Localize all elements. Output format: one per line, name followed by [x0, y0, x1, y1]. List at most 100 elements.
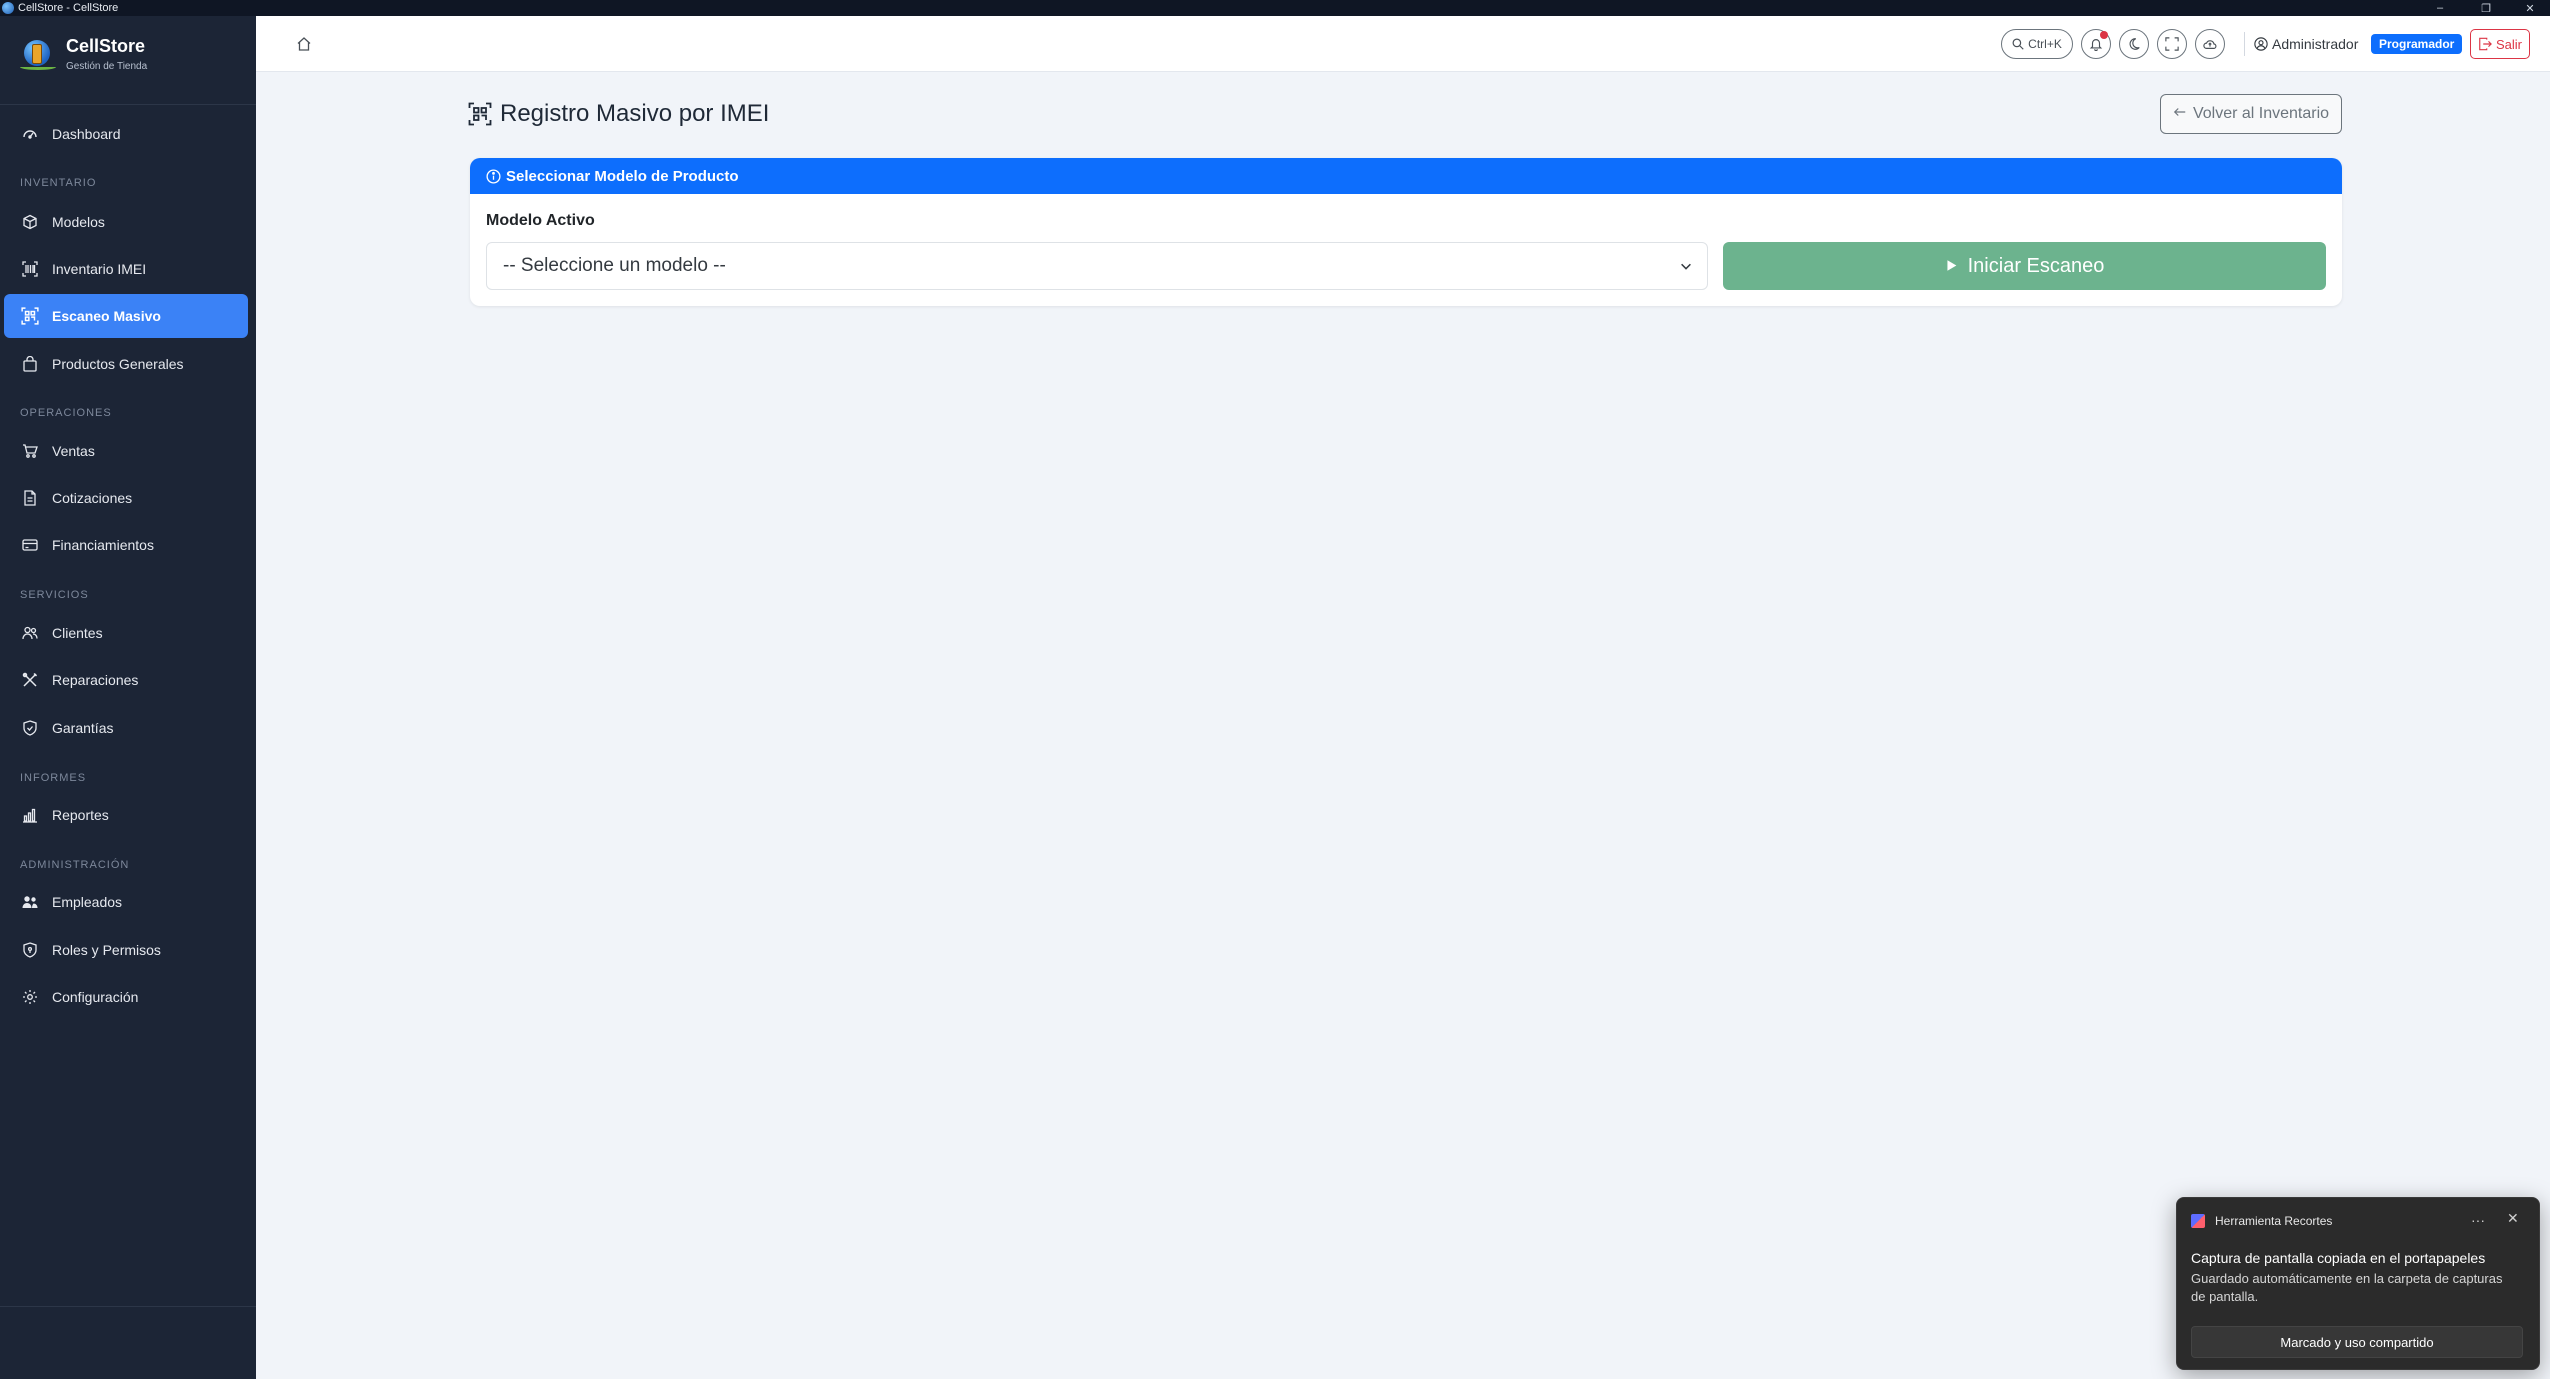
close-window-button[interactable]: ✕ [2516, 0, 2544, 16]
top-bar: Ctrl+K Administrador Programador Salir [256, 16, 2550, 72]
back-to-inventory-button[interactable]: Volver al Inventario [2160, 94, 2342, 134]
notification-indicator [2100, 31, 2108, 39]
logout-label: Salir [2495, 36, 2522, 52]
arrow-left-icon [2173, 105, 2187, 124]
theme-toggle-button[interactable] [2119, 29, 2149, 59]
sidebar-item-garantias[interactable]: Garantías [4, 706, 248, 750]
start-scan-button[interactable]: Iniciar Escaneo [1723, 242, 2326, 290]
toast-title: Captura de pantalla copiada en el portap… [2191, 1250, 2486, 1266]
sidebar-item-financiamientos[interactable]: Financiamientos [4, 523, 248, 567]
sidebar-item-reparaciones[interactable]: Reparaciones [4, 658, 248, 702]
home-icon [297, 37, 311, 51]
cart-icon [20, 441, 40, 461]
cloud-sync-button[interactable] [2195, 29, 2225, 59]
sidebar-item-label: Productos Generales [52, 356, 184, 372]
section-administracion: ADMINISTRACIÓN [20, 859, 130, 871]
sidebar-item-dashboard[interactable]: Dashboard [4, 112, 248, 156]
more-options-button[interactable]: ··· [2471, 1212, 2485, 1228]
toast-app-name: Herramienta Recortes [2215, 1214, 2333, 1228]
sidebar-item-label: Configuración [52, 989, 139, 1005]
logout-button[interactable]: Salir [2470, 29, 2530, 59]
sidebar-item-configuracion[interactable]: Configuración [4, 975, 248, 1019]
sidebar-divider [0, 104, 256, 105]
qr-scan-icon [468, 102, 492, 126]
sidebar-footer-divider [0, 1306, 256, 1307]
sidebar-item-clientes[interactable]: Clientes [4, 611, 248, 655]
start-scan-label: Iniciar Escaneo [1967, 254, 2105, 277]
moon-icon [2129, 38, 2140, 50]
bell-icon [2089, 39, 2103, 51]
section-informes: INFORMES [20, 772, 87, 784]
header-separator [2244, 32, 2245, 56]
sidebar-item-inventario-imei[interactable]: Inventario IMEI [4, 247, 248, 291]
sidebar-item-roles-permisos[interactable]: Roles y Permisos [4, 928, 248, 972]
sidebar-item-label: Inventario IMEI [52, 261, 147, 277]
cloud-icon [2203, 40, 2217, 49]
sidebar-item-label: Roles y Permisos [52, 942, 161, 958]
sidebar-item-label: Ventas [52, 443, 95, 459]
play-icon [1945, 255, 1958, 278]
search-icon [2012, 38, 2024, 50]
sidebar-item-ventas[interactable]: Ventas [4, 429, 248, 473]
section-operaciones: OPERACIONES [20, 407, 112, 419]
home-button[interactable] [292, 32, 316, 56]
page-title-text: Registro Masivo por IMEI [500, 100, 770, 127]
model-select[interactable]: -- Seleccione un modelo -- [486, 242, 1708, 290]
shield-lock-icon [20, 940, 40, 960]
brand-logo-icon [18, 34, 58, 74]
screenshot-toast: Herramienta Recortes ··· ✕ Captura de pa… [2176, 1197, 2540, 1370]
sidebar-item-cotizaciones[interactable]: Cotizaciones [4, 476, 248, 520]
minimize-window-button[interactable]: – [2426, 0, 2454, 16]
sidebar-item-label: Modelos [52, 214, 105, 230]
notifications-button[interactable] [2081, 29, 2111, 59]
bag-icon [20, 354, 40, 374]
fullscreen-button[interactable] [2157, 29, 2187, 59]
box-icon [20, 212, 40, 232]
tools-icon [20, 670, 40, 690]
people-fill-icon [20, 892, 40, 912]
command-search-button[interactable]: Ctrl+K [2001, 29, 2073, 59]
section-servicios: SERVICIOS [20, 589, 89, 601]
document-icon [20, 488, 40, 508]
section-inventario: INVENTARIO [20, 177, 97, 189]
sidebar-item-escaneo-masivo[interactable]: Escaneo Masivo [4, 294, 248, 338]
back-button-label: Volver al Inventario [2192, 105, 2330, 122]
sidebar-item-label: Financiamientos [52, 537, 154, 553]
page-title: Registro Masivo por IMEI [468, 100, 769, 128]
toast-body: Guardado automáticamente en la carpeta d… [2191, 1271, 2503, 1304]
user-circle-icon [2254, 37, 2268, 51]
user-name: Administrador [2272, 36, 2359, 52]
sidebar-item-modelos[interactable]: Modelos [4, 200, 248, 244]
sidebar-item-reportes[interactable]: Reportes [4, 793, 248, 837]
toast-header: Herramienta Recortes [2191, 1212, 2332, 1230]
model-field-label: Modelo Activo [486, 212, 595, 229]
sidebar-item-productos-generales[interactable]: Productos Generales [4, 342, 248, 386]
brand[interactable]: CellStore Gestión de Tienda [18, 34, 147, 74]
sidebar-item-label: Reportes [52, 807, 109, 823]
model-select-value: -- Seleccione un modelo -- [503, 255, 726, 276]
window-title: CellStore - CellStore [18, 2, 119, 14]
sidebar-item-empleados[interactable]: Empleados [4, 880, 248, 924]
sidebar-item-label: Clientes [52, 625, 103, 641]
user-menu[interactable]: Administrador [2254, 34, 2358, 54]
app-icon [2, 2, 14, 14]
sidebar-item-label: Dashboard [52, 126, 121, 142]
role-badge: Programador [2371, 34, 2463, 54]
toast-close-button[interactable]: ✕ [2507, 1210, 2519, 1227]
search-shortcut-label: Ctrl+K [2028, 37, 2062, 51]
bar-chart-icon [20, 805, 40, 825]
sidebar-item-label: Garantías [52, 720, 114, 736]
sidebar-item-label: Escaneo Masivo [52, 308, 161, 324]
card-header: Seleccionar Modelo de Producto [470, 158, 2342, 194]
window-title-bar: CellStore - CellStore – ❐ ✕ [0, 0, 2550, 16]
qr-scan-icon [20, 306, 40, 326]
fullscreen-icon [2165, 37, 2179, 51]
users-icon [20, 623, 40, 643]
gear-icon [20, 987, 40, 1007]
credit-card-icon [20, 535, 40, 555]
markup-share-button[interactable]: Marcado y uso compartido [2191, 1326, 2523, 1358]
chevron-down-icon [1679, 259, 1693, 273]
restore-window-button[interactable]: ❐ [2472, 0, 2500, 16]
sidebar-item-label: Cotizaciones [52, 490, 133, 506]
snipping-tool-icon [2191, 1214, 2205, 1228]
